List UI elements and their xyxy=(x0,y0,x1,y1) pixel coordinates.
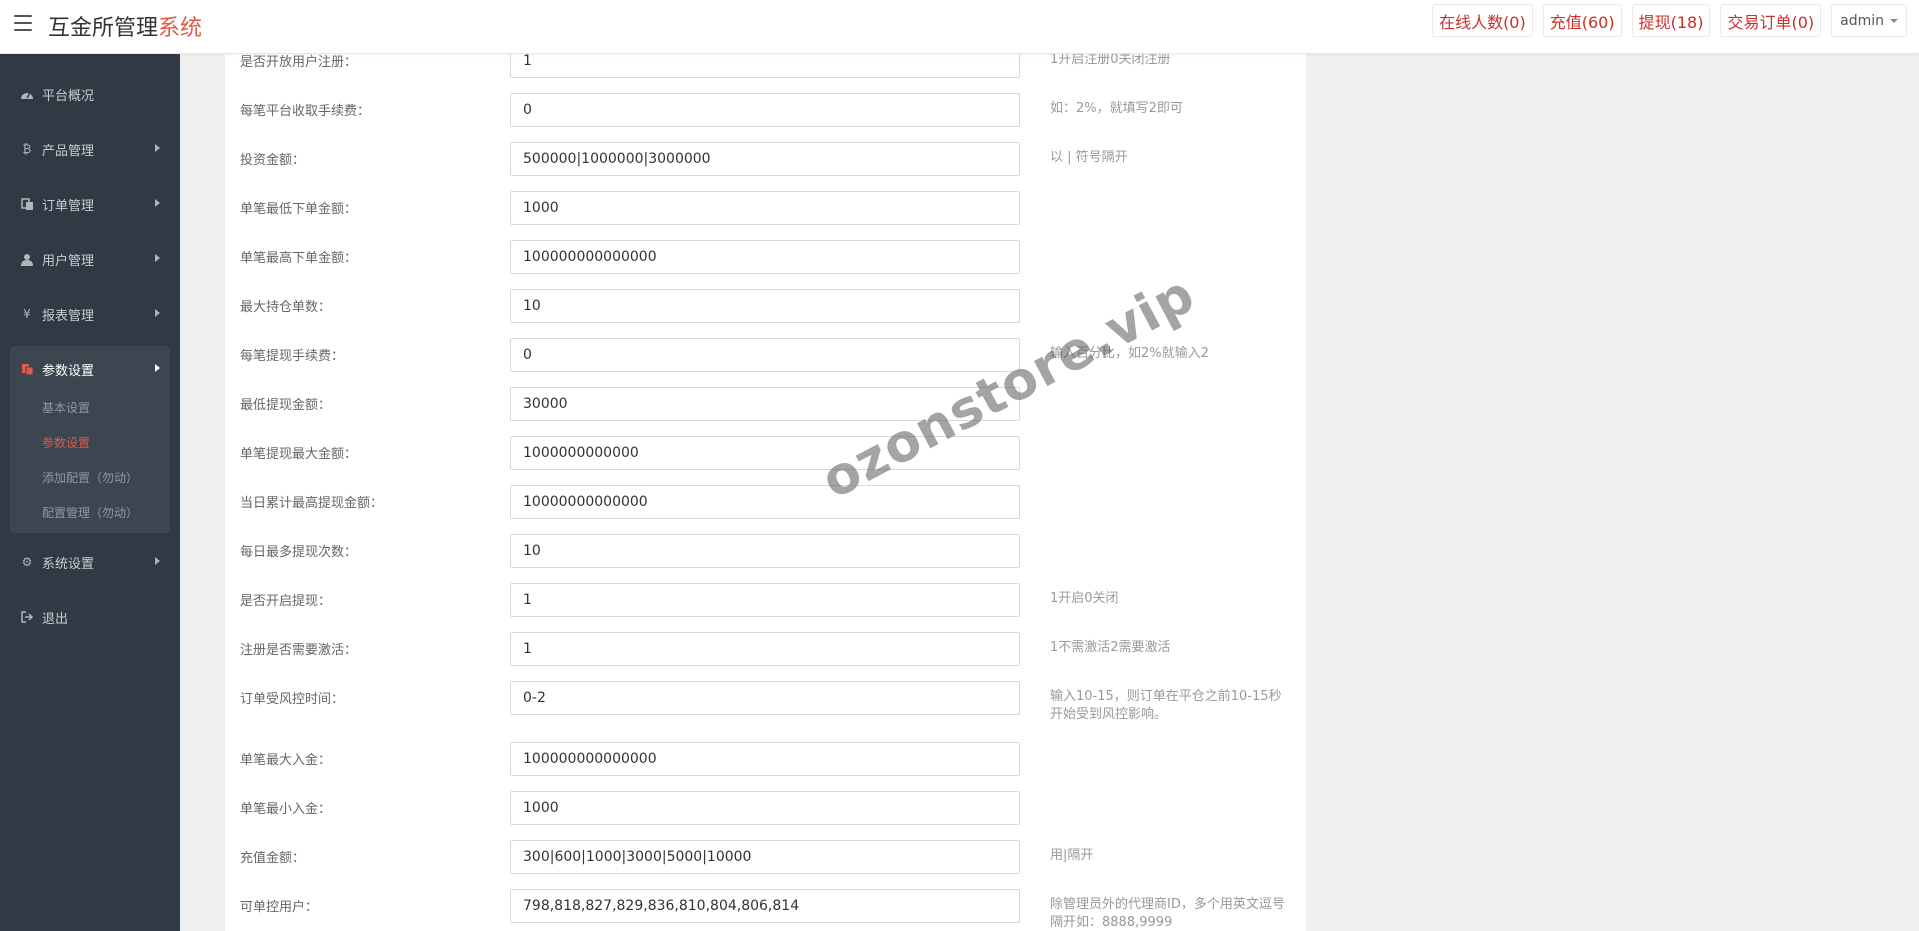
field-label: 投资金额： xyxy=(240,153,306,168)
withdraw-button[interactable]: 提现(18) xyxy=(1631,4,1711,37)
sidebar-item-label: 退出 xyxy=(42,611,69,627)
field-label: 最大持仓单数： xyxy=(240,300,332,315)
field-hint: 如：2%，就填写2即可 xyxy=(1050,101,1183,116)
field-hint: 1开启注册0关闭注册 xyxy=(1050,54,1171,67)
min-order-input[interactable] xyxy=(510,191,1020,225)
sidebar-item-system-settings[interactable]: ⚙ 系统设置 xyxy=(0,542,180,582)
sidebar-item-label: 平台概况 xyxy=(42,88,95,104)
max-withdraw-input[interactable] xyxy=(510,436,1020,470)
field-label: 每笔平台收取手续费： xyxy=(240,104,371,119)
risk-control-time-input[interactable] xyxy=(510,681,1020,715)
field-hint: 1开启0关闭 xyxy=(1050,591,1119,606)
field-hint: 以 | 符号隔开 xyxy=(1050,150,1128,165)
platform-fee-input[interactable] xyxy=(510,93,1020,127)
chevron-right-icon xyxy=(155,144,160,152)
field-label: 是否开启提现： xyxy=(240,594,332,609)
files-icon xyxy=(20,362,34,376)
sidebar-subitem-add-config[interactable]: 添加配置（勿动） xyxy=(42,463,138,491)
field-label: 当日累计最高提现金额： xyxy=(240,496,384,511)
field-hint: 1不需激活2需要激活 xyxy=(1050,640,1171,655)
field-label: 单笔最高下单金额： xyxy=(240,251,358,266)
controllable-users-input[interactable] xyxy=(510,889,1020,923)
dashboard-icon xyxy=(20,87,34,101)
field-label: 每日最多提现次数： xyxy=(240,545,358,560)
top-header: 互金所管理系统 在线人数(0) 充值(60) 提现(18) 交易订单(0) ad… xyxy=(0,0,1919,54)
sidebar-item-label: 产品管理 xyxy=(42,143,95,159)
chevron-right-icon xyxy=(155,364,160,372)
sidebar-item-label: 系统设置 xyxy=(42,556,95,572)
open-registration-input[interactable] xyxy=(510,54,1020,78)
menu-toggle-icon[interactable] xyxy=(14,15,32,31)
sidebar-item-products[interactable]: ₿ 产品管理 xyxy=(0,129,180,169)
min-deposit-input[interactable] xyxy=(510,791,1020,825)
field-label: 单笔最大入金： xyxy=(240,753,332,768)
user-menu-button[interactable]: admin xyxy=(1831,4,1907,37)
registration-activation-input[interactable] xyxy=(510,632,1020,666)
sidebar-expanded-group: 参数设置 基本设置 参数设置 添加配置（勿动） 配置管理（勿动） xyxy=(10,346,170,533)
copy-icon xyxy=(20,197,34,211)
min-withdraw-input[interactable] xyxy=(510,387,1020,421)
parameter-form: 是否开放用户注册： 1开启注册0关闭注册 每笔平台收取手续费： 如：2%，就填写… xyxy=(225,54,1306,931)
field-label: 是否开放用户注册： xyxy=(240,55,358,70)
chevron-right-icon xyxy=(155,199,160,207)
bitcoin-icon: ₿ xyxy=(22,142,32,156)
chevron-down-icon xyxy=(1890,18,1898,23)
sidebar-subitem-parameter-settings[interactable]: 参数设置 xyxy=(42,428,90,456)
sidebar: 平台概况 ₿ 产品管理 订单管理 用户管理 ¥ 报表管理 参数设置 基本设置 参… xyxy=(0,54,180,931)
field-hint: 除管理员外的代理商ID，多个用英文逗号隔开如：8888,9999 xyxy=(1050,897,1285,930)
field-label: 注册是否需要激活： xyxy=(240,643,358,658)
sidebar-item-label: 报表管理 xyxy=(42,308,95,324)
field-label: 单笔最低下单金额： xyxy=(240,202,358,217)
field-hint: 输入百分比，如2%就输入2 xyxy=(1050,346,1209,361)
cogs-icon: ⚙ xyxy=(21,555,33,569)
daily-max-withdraw-input[interactable] xyxy=(510,485,1020,519)
sidebar-item-logout[interactable]: 退出 xyxy=(0,597,180,637)
sidebar-subitem-config-management[interactable]: 配置管理（勿动） xyxy=(42,498,138,526)
field-label: 单笔提现最大金额： xyxy=(240,447,358,462)
sidebar-item-parameters[interactable]: 参数设置 xyxy=(0,349,180,389)
sidebar-item-label: 订单管理 xyxy=(42,198,95,214)
sidebar-item-overview[interactable]: 平台概况 xyxy=(0,74,180,114)
sidebar-item-label: 用户管理 xyxy=(42,253,95,269)
trade-orders-button[interactable]: 交易订单(0) xyxy=(1720,4,1822,37)
sign-out-icon xyxy=(20,610,34,624)
app-title: 互金所管理系统 xyxy=(48,16,203,41)
enable-withdraw-input[interactable] xyxy=(510,583,1020,617)
main-content: 是否开放用户注册： 1开启注册0关闭注册 每笔平台收取手续费： 如：2%，就填写… xyxy=(180,54,1919,931)
field-label: 订单受风控时间： xyxy=(240,692,345,707)
field-label: 单笔最小入金： xyxy=(240,802,332,817)
withdraw-fee-input[interactable] xyxy=(510,338,1020,372)
online-users-button[interactable]: 在线人数(0) xyxy=(1432,4,1533,37)
chevron-right-icon xyxy=(155,254,160,262)
max-positions-input[interactable] xyxy=(510,289,1020,323)
investment-amount-input[interactable] xyxy=(510,142,1020,176)
field-label: 每笔提现手续费： xyxy=(240,349,345,364)
recharge-amounts-input[interactable] xyxy=(510,840,1020,874)
sidebar-item-label: 参数设置 xyxy=(42,363,95,379)
recharge-button[interactable]: 充值(60) xyxy=(1542,4,1622,37)
username: admin xyxy=(1840,12,1884,29)
field-hint: 用|隔开 xyxy=(1050,848,1094,863)
sidebar-subitem-basic-settings[interactable]: 基本设置 xyxy=(42,393,90,421)
field-label: 可单控用户： xyxy=(240,900,319,915)
chevron-right-icon xyxy=(155,557,160,565)
daily-withdraw-count-input[interactable] xyxy=(510,534,1020,568)
user-icon xyxy=(20,252,34,266)
sidebar-item-orders[interactable]: 订单管理 xyxy=(0,184,180,224)
max-deposit-input[interactable] xyxy=(510,742,1020,776)
sidebar-item-reports[interactable]: ¥ 报表管理 xyxy=(0,294,180,334)
field-hint: 输入10-15，则订单在平仓之前10-15秒开始受到风控影响。 xyxy=(1050,689,1282,722)
sidebar-item-users[interactable]: 用户管理 xyxy=(0,239,180,279)
chevron-right-icon xyxy=(155,309,160,317)
max-order-input[interactable] xyxy=(510,240,1020,274)
field-label: 最低提现金额： xyxy=(240,398,332,413)
field-label: 充值金额： xyxy=(240,851,306,866)
yen-icon: ¥ xyxy=(23,307,31,321)
